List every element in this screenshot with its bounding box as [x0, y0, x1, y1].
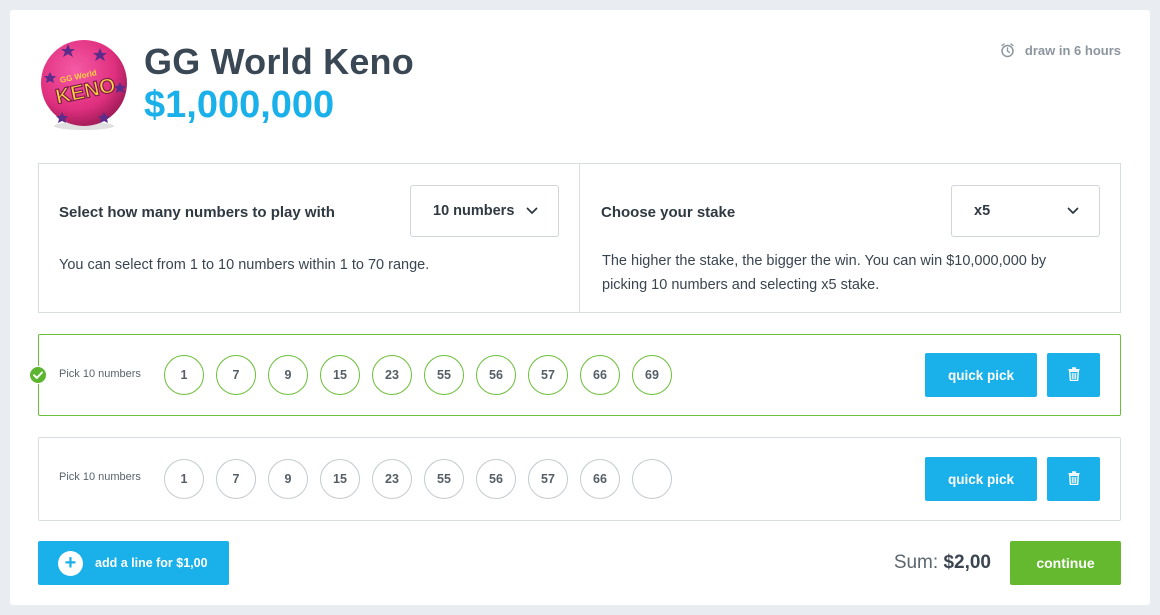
number-ball[interactable]: 7 [216, 459, 256, 499]
stake-option: Choose your stake x5 The higher the stak… [579, 164, 1120, 312]
chevron-down-icon [526, 203, 538, 219]
number-ball-empty[interactable] [632, 459, 672, 499]
game-options: Select how many numbers to play with 10 … [38, 163, 1121, 313]
check-circle-icon [29, 366, 47, 384]
continue-button[interactable]: continue [1010, 541, 1121, 585]
number-ball[interactable]: 1 [164, 355, 204, 395]
numbers-count-value: 10 numbers [433, 203, 515, 219]
sum-label: Sum: [893, 552, 939, 573]
stake-select[interactable]: x5 [951, 185, 1100, 237]
keno-logo: GG World KENO [38, 38, 130, 130]
quick-pick-button[interactable]: quick pick [925, 353, 1037, 397]
jackpot-amount: $1,000,000 [144, 84, 335, 126]
number-ball[interactable]: 23 [372, 355, 412, 395]
keno-ticket-card: GG World KENO GG World Keno $1,000,000 d… [10, 10, 1150, 605]
number-ball[interactable]: 9 [268, 355, 308, 395]
number-ball[interactable]: 55 [424, 355, 464, 395]
game-title: GG World Keno [144, 41, 414, 82]
add-line-button[interactable]: + add a line for $1,00 [38, 541, 229, 585]
plus-icon: + [58, 550, 83, 576]
stake-value: x5 [974, 203, 991, 219]
number-ball[interactable]: 7 [216, 355, 256, 395]
number-ball[interactable]: 23 [372, 459, 412, 499]
number-ball[interactable]: 69 [632, 355, 672, 395]
number-ball[interactable]: 9 [268, 459, 308, 499]
add-line-label: add a line for $1,00 [95, 556, 208, 570]
chevron-down-icon [1067, 203, 1079, 219]
number-ball[interactable]: 15 [320, 355, 360, 395]
pick-label: Pick 10 numbers [59, 368, 141, 380]
stake-option-description: The higher the stake, the bigger the win… [602, 253, 1047, 293]
number-ball[interactable]: 56 [476, 459, 516, 499]
sum-total: Sum: $2,00 [894, 552, 991, 574]
ticket-line: Pick 10 numbers 1 7 9 15 23 55 56 57 66 … [38, 437, 1121, 521]
number-ball[interactable]: 57 [528, 459, 568, 499]
sum-value: $2,00 [943, 552, 991, 573]
number-balls: 1 7 9 15 23 55 56 57 66 [164, 459, 672, 499]
ticket-line: Pick 10 numbers 1 7 9 15 23 55 56 57 66 … [29, 334, 1121, 416]
quick-pick-button[interactable]: quick pick [925, 457, 1037, 501]
number-ball[interactable]: 66 [580, 355, 620, 395]
numbers-option-title: Select how many numbers to play with [59, 204, 335, 221]
trash-icon [1068, 366, 1080, 384]
clock-icon [1000, 43, 1015, 58]
numbers-option: Select how many numbers to play with 10 … [39, 164, 579, 312]
number-ball[interactable]: 55 [424, 459, 464, 499]
number-ball[interactable]: 57 [528, 355, 568, 395]
number-ball[interactable]: 15 [320, 459, 360, 499]
numbers-option-description: You can select from 1 to 10 numbers with… [59, 257, 430, 273]
pick-label: Pick 10 numbers [59, 471, 141, 483]
number-balls: 1 7 9 15 23 55 56 57 66 69 [164, 355, 672, 395]
trash-icon [1068, 470, 1080, 488]
number-ball[interactable]: 1 [164, 459, 204, 499]
delete-line-button[interactable] [1047, 353, 1100, 397]
draw-info: draw in 6 hours [1000, 43, 1121, 58]
delete-line-button[interactable] [1047, 457, 1100, 501]
numbers-count-select[interactable]: 10 numbers [410, 185, 559, 237]
number-ball[interactable]: 66 [580, 459, 620, 499]
draw-info-text: draw in 6 hours [1024, 43, 1121, 58]
number-ball[interactable]: 56 [476, 355, 516, 395]
stake-option-title: Choose your stake [601, 204, 736, 221]
